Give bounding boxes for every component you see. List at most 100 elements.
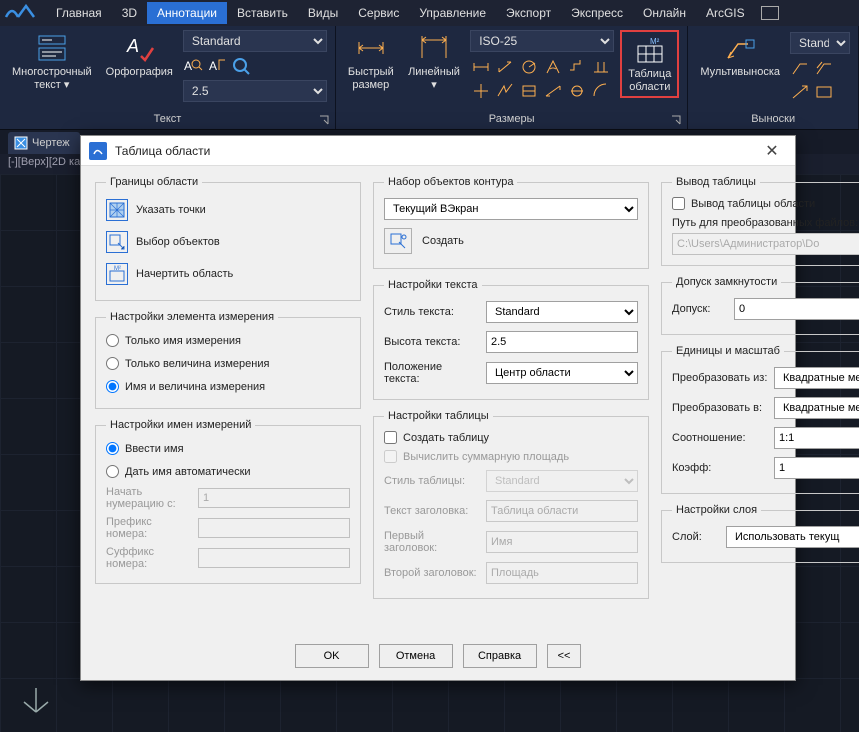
dim-tool-4[interactable] [542, 56, 564, 78]
dim-tool-2[interactable] [494, 56, 516, 78]
leader-tool-4[interactable] [814, 82, 834, 102]
dim-tool-9[interactable] [518, 80, 540, 102]
quick-dim-button[interactable]: Быстрыйразмер [344, 30, 398, 94]
text-style-select2[interactable]: Standard [486, 301, 638, 323]
pick-points-label: Указать точки [136, 204, 206, 216]
menu-online[interactable]: Онлайн [633, 2, 696, 24]
tableset-legend: Настройки таблицы [384, 410, 493, 422]
meas-value-only[interactable]: Только величина измерения [106, 352, 350, 375]
leader-style-select[interactable]: Standard [790, 32, 850, 54]
linear-dim-label: Линейный [408, 66, 460, 78]
auto-name-radio[interactable]: Дать имя автоматически [106, 460, 350, 483]
dialog-button-row: OK Отмена Справка << [81, 636, 795, 680]
sum-area-check: Вычислить суммарную площадь [384, 447, 638, 466]
dim-tool-5[interactable] [566, 56, 588, 78]
dialog-launcher-icon[interactable] [319, 115, 329, 125]
cancel-button[interactable]: Отмена [379, 644, 453, 668]
text-settings-group: Настройки текста Стиль текста:Standard В… [373, 279, 649, 400]
pick-points-option[interactable]: Указать точки [106, 194, 350, 226]
text-height-label: Высота текста: [384, 336, 480, 348]
ribbon-title-dims: Размеры [489, 113, 535, 125]
menu-insert[interactable]: Вставить [227, 2, 298, 24]
leader-tool-1[interactable] [790, 58, 810, 78]
text-pos-label: Положение текста: [384, 361, 480, 385]
collapse-button[interactable]: << [547, 644, 582, 668]
dim-tool-12[interactable] [590, 80, 612, 102]
dim-tool-6[interactable] [590, 56, 612, 78]
create-table-check[interactable]: Создать таблицу [384, 428, 638, 447]
convert-to-select[interactable]: Квадратные метры [774, 397, 859, 419]
text-pos-select[interactable]: Центр области [486, 362, 638, 384]
menu-3d[interactable]: 3D [112, 2, 147, 24]
area-table-icon: M² [634, 34, 666, 66]
text-zoom-icon[interactable] [231, 56, 251, 76]
meas-name-and-value[interactable]: Имя и величина измерения [106, 375, 350, 398]
boundary-group: Границы области Указать точки Выбор объе… [95, 176, 361, 301]
close-button[interactable]: ✕ [757, 141, 787, 161]
scale-text-icon[interactable]: A [207, 56, 227, 76]
ratio-field[interactable] [774, 427, 859, 449]
document-tab[interactable]: Чертеж [8, 132, 80, 154]
select-objects-option[interactable]: Выбор объектов [106, 226, 350, 258]
text-height-select[interactable]: 2.5 [183, 80, 327, 102]
coeff-field[interactable] [774, 457, 859, 479]
linear-dim-button[interactable]: Линейный ▾ [404, 30, 464, 94]
drawing-icon [14, 136, 28, 150]
dialog-launcher-icon[interactable] [671, 115, 681, 125]
menu-annotations[interactable]: Аннотации [147, 2, 227, 24]
window-icon[interactable] [761, 6, 779, 20]
create-set-icon [389, 232, 407, 250]
tol-field[interactable] [734, 298, 859, 320]
draw-region-option[interactable]: M² Начертить область [106, 258, 350, 290]
mleader-button[interactable]: Мультивыноска [696, 30, 784, 81]
menu-express[interactable]: Экспресс [561, 2, 633, 24]
menu-export[interactable]: Экспорт [496, 2, 561, 24]
quick-dim-icon [355, 32, 387, 64]
meas-name-only[interactable]: Только имя измерения [106, 329, 350, 352]
leader-tool-3[interactable] [790, 82, 810, 102]
dim-style-select[interactable]: ISO-25 [470, 30, 614, 52]
svg-text:A: A [126, 36, 139, 56]
dim-tool-10[interactable] [542, 80, 564, 102]
ok-button[interactable]: OK [295, 644, 369, 668]
ribbon-group-text: Многострочныйтекст ▾ A Орфография Standa… [0, 26, 336, 129]
second-header-field [486, 562, 638, 584]
dim-tool-11[interactable] [566, 80, 588, 102]
prefix-field [198, 518, 350, 538]
area-table-dialog: Таблица области ✕ Границы области Указат… [80, 135, 796, 681]
units-group: Единицы и масштаб Преобразовать из:Квадр… [661, 345, 859, 494]
leader-tool-2[interactable] [814, 58, 834, 78]
svg-text:A: A [184, 59, 192, 73]
spellcheck-label: Орфография [106, 66, 173, 79]
output-table-check[interactable]: Вывод таблицы области [672, 194, 859, 213]
second-header-label: Второй заголовок: [384, 567, 480, 579]
dim-tools-grid [470, 56, 614, 102]
mtext-label-2: текст ▾ [34, 79, 69, 91]
dim-tool-3[interactable] [518, 56, 540, 78]
text-height-field[interactable] [486, 331, 638, 353]
output-path-label: Путь для преобразованных файлов: [672, 217, 859, 229]
help-button[interactable]: Справка [463, 644, 537, 668]
spellcheck-button[interactable]: A Орфография [102, 30, 177, 81]
first-header-label: Первый заголовок: [384, 530, 480, 554]
dim-tool-7[interactable] [470, 80, 492, 102]
menu-views[interactable]: Виды [298, 2, 348, 24]
scope-select[interactable]: Текущий ВЭкран [384, 198, 638, 220]
create-set-button[interactable] [384, 228, 412, 254]
menu-tools[interactable]: Сервис [348, 2, 409, 24]
mtext-button[interactable]: Многострочныйтекст ▾ [8, 30, 96, 94]
linear-dim-icon [418, 32, 450, 64]
text-style-select[interactable]: Standard [183, 30, 327, 52]
coeff-label: Коэфф: [672, 462, 768, 474]
menu-manage[interactable]: Управление [409, 2, 496, 24]
layer-select[interactable]: Использовать текущ [726, 526, 859, 548]
enter-name-radio[interactable]: Ввести имя [106, 437, 350, 460]
area-table-label-2: области [629, 81, 670, 93]
menu-arcgis[interactable]: ArcGIS [696, 2, 755, 24]
dim-tool-8[interactable] [494, 80, 516, 102]
convert-from-select[interactable]: Квадратные метры [774, 367, 859, 389]
find-text-icon[interactable]: A [183, 56, 203, 76]
area-table-button[interactable]: M² Таблицаобласти [620, 30, 679, 98]
dim-tool-1[interactable] [470, 56, 492, 78]
menu-home[interactable]: Главная [46, 2, 112, 24]
